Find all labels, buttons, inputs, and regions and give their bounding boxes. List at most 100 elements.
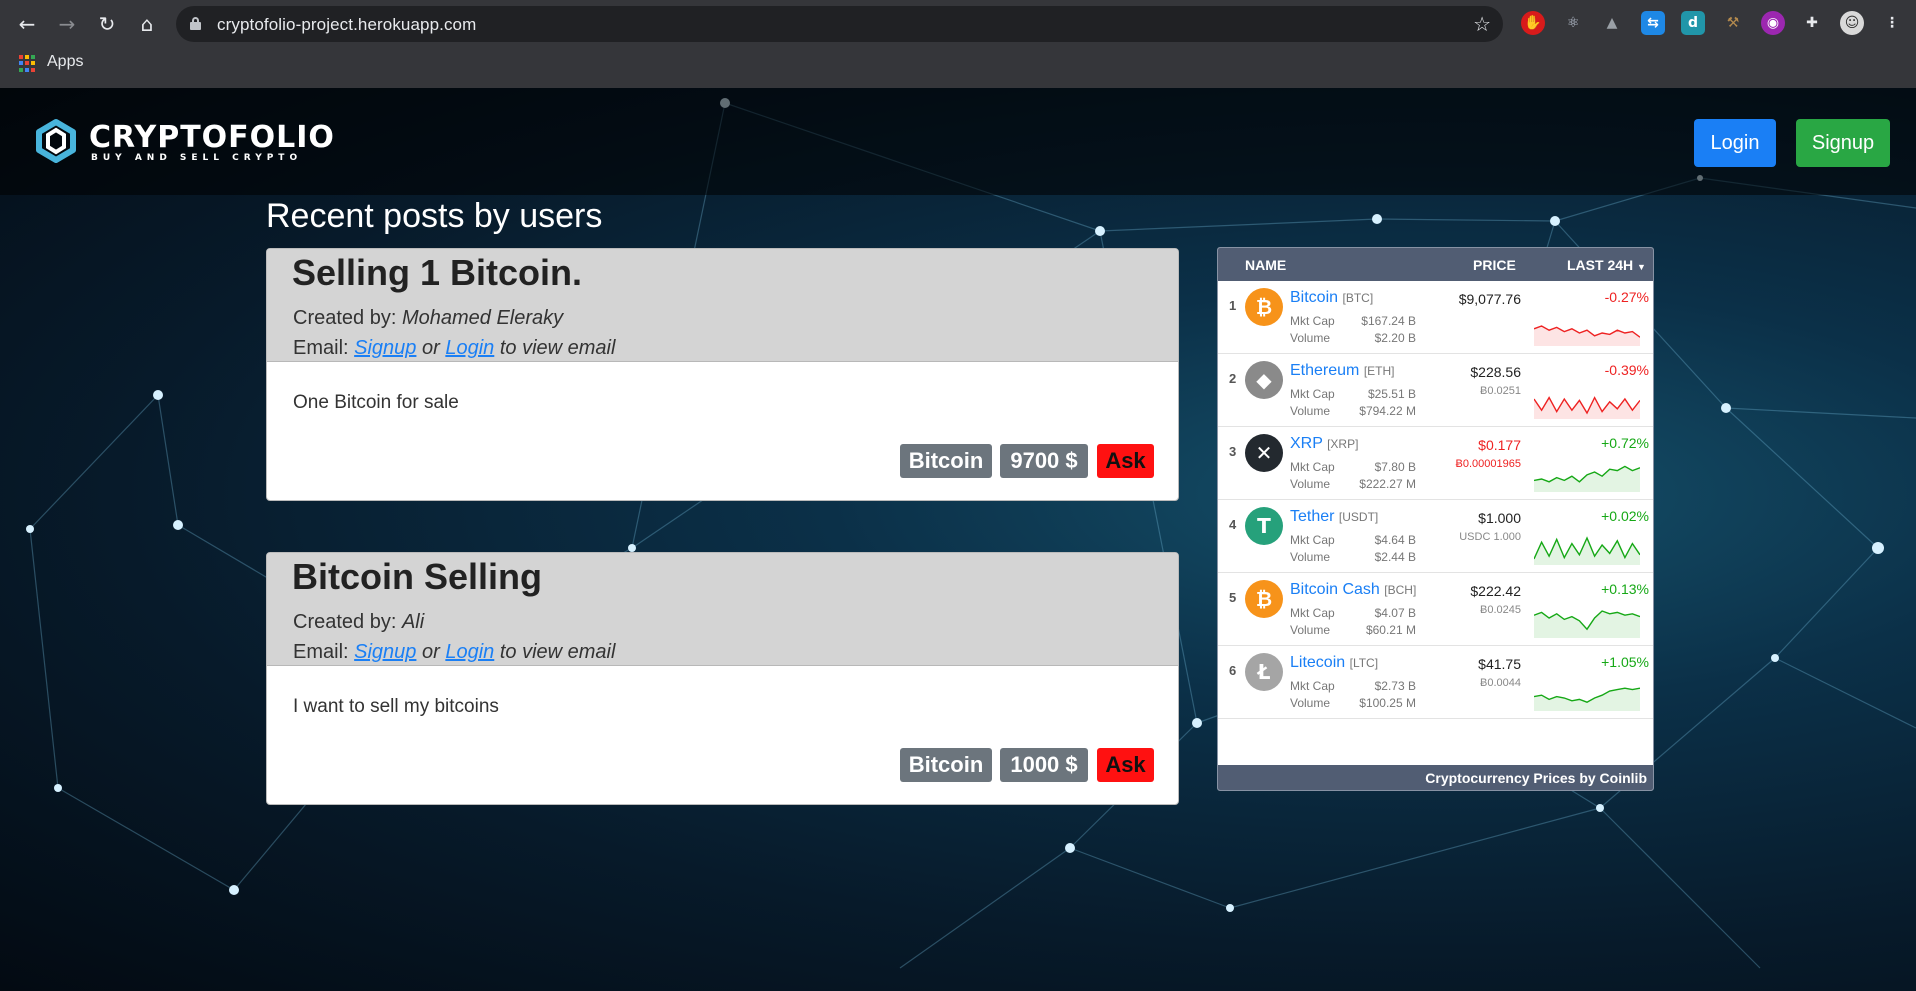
- coin-logo-icon: T: [1245, 507, 1283, 545]
- post-meta: Created by: Mohamed Eleraky Email: Signu…: [293, 303, 615, 363]
- react-devtools-icon[interactable]: ⚛: [1561, 11, 1585, 35]
- post-header: Bitcoin Selling Created by: Ali Email: S…: [267, 553, 1178, 666]
- coin-volume: $2.20 B: [1374, 331, 1416, 345]
- coin-logo-icon: ₿: [1245, 288, 1283, 326]
- coin-btc-price: USDC 1.000: [1459, 531, 1521, 543]
- coin-name[interactable]: Tether: [1290, 508, 1334, 525]
- coin-row[interactable]: 5 ₿ Bitcoin Cash [BCH] Mkt Cap $4.07 B Volume…: [1218, 573, 1653, 646]
- adblock-extension-icon[interactable]: ✋: [1521, 11, 1545, 35]
- hammer-extension-icon[interactable]: ⚒: [1721, 11, 1745, 35]
- ask-button[interactable]: Ask: [1097, 748, 1154, 782]
- extensions-puzzle-icon[interactable]: ✚: [1800, 11, 1824, 35]
- coin-btc-price: Ƀ0.0251: [1480, 385, 1521, 397]
- bookmark-star-icon[interactable]: ☆: [1473, 12, 1491, 36]
- ask-button[interactable]: Ask: [1097, 444, 1154, 478]
- volume-label: Volume: [1290, 331, 1331, 345]
- address-bar[interactable]: cryptofolio-project.herokuapp.com ☆: [176, 6, 1503, 42]
- coin-row[interactable]: 2 ◆ Ethereum [ETH] Mkt Cap $25.51 B Volume $79…: [1218, 354, 1653, 427]
- coin-logo-icon: ₿: [1245, 580, 1283, 618]
- coin-sparkline-chart: [1534, 465, 1640, 492]
- email-label: Email:: [293, 337, 349, 359]
- coin-name-link[interactable]: Bitcoin Cash [BCH]: [1290, 581, 1416, 599]
- coin-name-link[interactable]: Tether [USDT]: [1290, 508, 1378, 526]
- or-text: or: [421, 641, 440, 663]
- coin-symbol: [BCH]: [1384, 583, 1417, 597]
- coin-change: +0.02%: [1601, 508, 1649, 524]
- profile-avatar-icon[interactable]: ☺: [1840, 11, 1864, 35]
- coin-price: $9,077.76: [1458, 291, 1521, 307]
- coin-row[interactable]: 1 ₿ Bitcoin [BTC] Mkt Cap $167.24 B Volume $2.…: [1218, 281, 1653, 354]
- coin-row[interactable]: 3 ✕ XRP [XRP] Mkt Cap $7.80 B Volume $222.27 M…: [1218, 427, 1653, 500]
- signup-button[interactable]: Signup: [1796, 119, 1890, 167]
- apps-grid-icon[interactable]: [19, 55, 36, 72]
- login-link[interactable]: Login: [445, 337, 494, 359]
- period-dropdown[interactable]: LAST 24H ▼: [1567, 257, 1646, 273]
- volume-label: Volume: [1290, 477, 1331, 491]
- coin-sparkline-chart: [1534, 325, 1640, 346]
- coin-name-link[interactable]: Litecoin [LTC]: [1290, 654, 1378, 672]
- browser-toolbar: ← → ↻ ⌂ cryptofolio-project.herokuapp.co…: [0, 0, 1916, 47]
- purple-extension-icon[interactable]: ◉: [1761, 11, 1785, 35]
- coin-logo-icon: ✕: [1245, 434, 1283, 472]
- volume-label: Volume: [1290, 623, 1331, 637]
- coin-sparkline-chart: [1534, 396, 1640, 419]
- coin-row[interactable]: 4 T Tether [USDT] Mkt Cap $4.64 B Volume $2.44…: [1218, 500, 1653, 573]
- coin-symbol: [LTC]: [1349, 656, 1379, 670]
- reload-icon[interactable]: ↻: [94, 11, 120, 37]
- coin-name[interactable]: Bitcoin: [1290, 289, 1338, 306]
- coin-sparkline-chart: [1534, 536, 1640, 565]
- coin-name-link[interactable]: Ethereum [ETH]: [1290, 362, 1395, 380]
- coin-volume: $222.27 M: [1359, 477, 1416, 491]
- menu-kebab-icon[interactable]: ⋮: [1880, 11, 1904, 35]
- coin-btc-price: Ƀ0.0044: [1480, 677, 1521, 689]
- coinlib-attribution-link[interactable]: Cryptocurrency Prices by Coinlib: [1425, 770, 1647, 786]
- coin-sparkline-chart: [1534, 687, 1640, 711]
- view-email-text: to view email: [499, 641, 616, 663]
- coin-price: $0.177: [1478, 437, 1521, 453]
- forward-arrow-icon[interactable]: →: [54, 11, 80, 37]
- post-body: I want to sell my bitcoins: [293, 696, 499, 717]
- login-link[interactable]: Login: [445, 641, 494, 663]
- coin-name-link[interactable]: Bitcoin [BTC]: [1290, 289, 1373, 307]
- column-price: PRICE: [1473, 257, 1516, 273]
- lock-icon[interactable]: [190, 17, 201, 30]
- post-card: Selling 1 Bitcoin. Created by: Mohamed E…: [266, 248, 1179, 501]
- drive-extension-icon[interactable]: ▲: [1600, 11, 1624, 35]
- brand-name[interactable]: CRYPTOFOLIO: [89, 120, 335, 155]
- signup-link[interactable]: Signup: [354, 337, 416, 359]
- post-meta: Created by: Ali Email: Signup or Login t…: [293, 607, 615, 667]
- back-arrow-icon[interactable]: ←: [14, 11, 40, 37]
- coin-name[interactable]: Ethereum: [1290, 362, 1359, 379]
- login-button[interactable]: Login: [1694, 119, 1776, 167]
- coin-symbol: [USDT]: [1338, 510, 1379, 524]
- coin-row[interactable]: 6 Ł Litecoin [LTC] Mkt Cap $2.73 B Volume $100…: [1218, 646, 1653, 719]
- coin-rank: 4: [1229, 517, 1237, 532]
- coin-sparkline-chart: [1534, 610, 1640, 638]
- coin-name[interactable]: Litecoin: [1290, 654, 1345, 671]
- coin-volume: $2.44 B: [1374, 550, 1416, 564]
- price-tag: 1000 $: [1000, 748, 1088, 782]
- volume-label: Volume: [1290, 550, 1331, 564]
- coin-mktcap: $4.07 B: [1374, 606, 1416, 620]
- apps-bookmark[interactable]: Apps: [47, 53, 83, 71]
- brand-tagline: BUY AND SELL CRYPTO: [91, 153, 303, 163]
- caret-down-icon: ▼: [1637, 262, 1646, 272]
- created-by-label: Created by:: [293, 307, 397, 329]
- url-text[interactable]: cryptofolio-project.herokuapp.com: [217, 15, 476, 35]
- signup-link[interactable]: Signup: [354, 641, 416, 663]
- cryptofolio-logo-icon[interactable]: [33, 118, 79, 164]
- coin-change: +0.13%: [1601, 581, 1649, 597]
- translate-extension-icon[interactable]: ⇆: [1641, 11, 1665, 35]
- coin-mktcap: $25.51 B: [1367, 387, 1416, 401]
- crypto-price-widget: NAME PRICE LAST 24H ▼ 1 ₿ Bitcoin [BTC] Mkt…: [1217, 247, 1654, 791]
- coin-name[interactable]: XRP: [1290, 435, 1323, 452]
- coin-btc-price: Ƀ0.00001965: [1455, 458, 1521, 470]
- coin-name[interactable]: Bitcoin Cash: [1290, 581, 1380, 598]
- post-title: Selling 1 Bitcoin.: [292, 252, 583, 293]
- coin-price: $222.42: [1470, 583, 1521, 599]
- dictionary-extension-icon[interactable]: d: [1681, 11, 1705, 35]
- home-icon[interactable]: ⌂: [134, 11, 160, 37]
- coin-name-link[interactable]: XRP [XRP]: [1290, 435, 1358, 453]
- coin-change: -0.39%: [1604, 362, 1649, 378]
- page-viewport: CRYPTOFOLIO BUY AND SELL CRYPTO Login Si…: [0, 88, 1916, 991]
